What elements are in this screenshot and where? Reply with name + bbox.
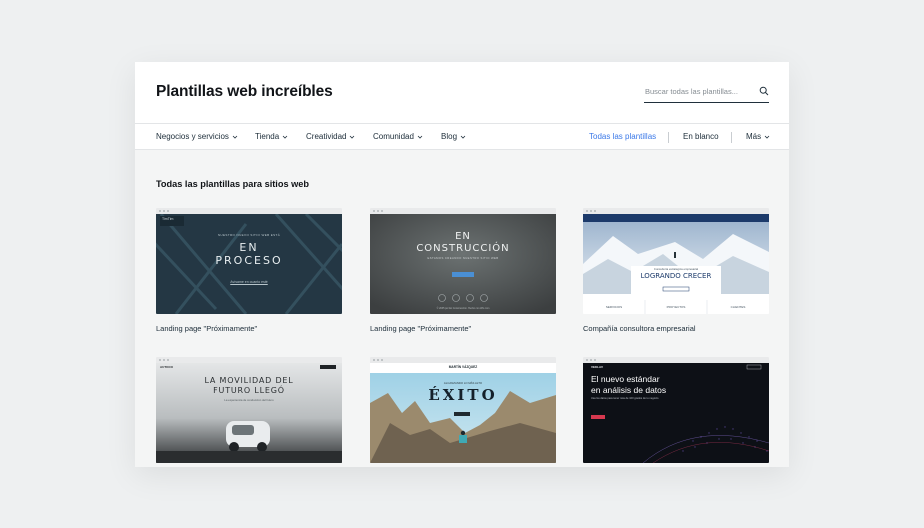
thumb-logo: TimTim [162, 217, 174, 221]
thumb-subtitle: Usa los datos para tener más de 100 grad… [591, 397, 659, 400]
page-title: Plantillas web increíbles [156, 83, 333, 100]
nav-item-label: Negocios y servicios [156, 132, 229, 141]
template-thumbnail[interactable]: MARTÍN VÁZQUEZ ALCANZANDO LO MÁS ALTO ÉX… [370, 357, 556, 463]
thumb-logo: VEKLAV [591, 365, 603, 369]
thumb-subtitle: Consultoría estratégica empresarial [653, 267, 699, 271]
search-icon[interactable] [759, 86, 769, 96]
nav-item-creatividad[interactable]: Creatividad [306, 132, 355, 141]
thumb-title: ÉXITO [428, 386, 498, 404]
nav-item-blog[interactable]: Blog [441, 132, 466, 141]
category-nav: Negocios y servicios Tienda Creatividad … [135, 124, 789, 150]
thumb-logo: MARTÍN VÁZQUEZ [448, 365, 478, 369]
thumbnail-background [370, 363, 556, 463]
nav-item-more[interactable]: Más [746, 132, 770, 141]
nav-item-negocios[interactable]: Negocios y servicios [156, 132, 238, 141]
template-card[interactable]: TimTim NUESTRO NUEVO SITIO WEB ESTÁ EN P… [156, 208, 342, 333]
nav-item-blank[interactable]: En blanco [683, 132, 719, 141]
thumb-title-line1: El nuevo estándar [591, 374, 660, 384]
template-card[interactable]: VEKLAV El nuevo estándar en análisis de … [583, 357, 769, 467]
thumb-title-line2: PROCESO [215, 254, 283, 267]
thumb-subtitle: ALCANZANDO LO MÁS ALTO [443, 381, 483, 385]
chevron-down-icon [232, 135, 238, 139]
chevron-down-icon [417, 135, 423, 139]
thumb-title-line1: EN [455, 231, 471, 242]
template-label: Landing page "Próximamente" [370, 324, 472, 333]
nav-item-comunidad[interactable]: Comunidad [373, 132, 423, 141]
template-card[interactable]: AUTOCO LA MOVILIDAD DEL FUTURO LLEGÓ La … [156, 357, 342, 467]
nav-item-label: Blog [441, 132, 458, 141]
thumb-title-line2: en análisis de datos [591, 385, 667, 395]
template-card[interactable]: EN CONSTRUCCIÓN ESTAMOS CREANDO NUESTRO … [370, 208, 556, 333]
page-header: Plantillas web increíbles Buscar todas l… [135, 62, 789, 124]
nav-item-all-templates[interactable]: Todas las plantillas [589, 132, 656, 141]
template-thumbnail[interactable]: Consultoría estratégica empresarial LOGR… [583, 208, 769, 314]
section-title: Todas las plantillas para sitios web [156, 179, 310, 189]
thumb-title-line2: FUTURO LLEGÓ [213, 386, 285, 395]
template-thumbnail[interactable]: EN CONSTRUCCIÓN ESTAMOS CREANDO NUESTRO … [370, 208, 556, 314]
chevron-down-icon [764, 135, 770, 139]
template-label: Landing page "Próximamente" [156, 324, 258, 333]
thumb-col-1: SERVICIOS [605, 305, 623, 309]
thumb-cta: Avísame en cuanto esté [230, 280, 268, 284]
nav-item-label: Tienda [255, 132, 280, 141]
template-card[interactable]: Consultoría estratégica empresarial LOGR… [583, 208, 769, 333]
nav-item-label: Creatividad [306, 132, 347, 141]
thumb-title-line1: EN [239, 241, 259, 254]
thumb-subtitle: La experiencia de conducción del futuro [224, 398, 274, 402]
thumb-col-2: PROYECTOS [666, 305, 686, 309]
template-thumbnail[interactable]: VEKLAV El nuevo estándar en análisis de … [583, 357, 769, 463]
template-card[interactable]: MARTÍN VÁZQUEZ ALCANZANDO LO MÁS ALTO ÉX… [370, 357, 556, 467]
thumb-footer: © 2035 por En Construcción. Hecho con Wi… [436, 307, 490, 310]
chevron-down-icon [350, 135, 355, 139]
thumb-subtitle: NUESTRO NUEVO SITIO WEB ESTÁ [217, 233, 281, 237]
search-box[interactable]: Buscar todas las plantillas... [644, 82, 769, 103]
chevron-down-icon [282, 135, 288, 139]
templates-window: Plantillas web increíbles Buscar todas l… [135, 62, 789, 467]
template-thumbnail[interactable]: AUTOCO LA MOVILIDAD DEL FUTURO LLEGÓ La … [156, 357, 342, 463]
thumb-subtitle: ESTAMOS CREANDO NUESTRO SITIO WEB [427, 256, 499, 260]
nav-item-label: Comunidad [373, 132, 414, 141]
thumb-logo: AUTOCO [160, 365, 173, 369]
thumb-title-line2: CONSTRUCCIÓN [416, 243, 510, 254]
nav-divider [668, 132, 669, 143]
thumbnail-background [370, 214, 556, 314]
chevron-down-icon [460, 135, 466, 139]
nav-item-tienda[interactable]: Tienda [255, 132, 288, 141]
template-thumbnail[interactable]: TimTim NUESTRO NUEVO SITIO WEB ESTÁ EN P… [156, 208, 342, 314]
thumbnail-background [583, 214, 769, 314]
search-input[interactable]: Buscar todas las plantillas... [645, 87, 738, 96]
thumb-col-3: CLIENTES [730, 305, 746, 309]
nav-item-label: Más [746, 132, 762, 141]
nav-divider [731, 132, 732, 143]
thumb-title: LOGRANDO CRECER [640, 272, 712, 280]
thumb-title-line1: LA MOVILIDAD DEL [204, 376, 294, 385]
template-label: Compañía consultora empresarial [583, 324, 696, 333]
